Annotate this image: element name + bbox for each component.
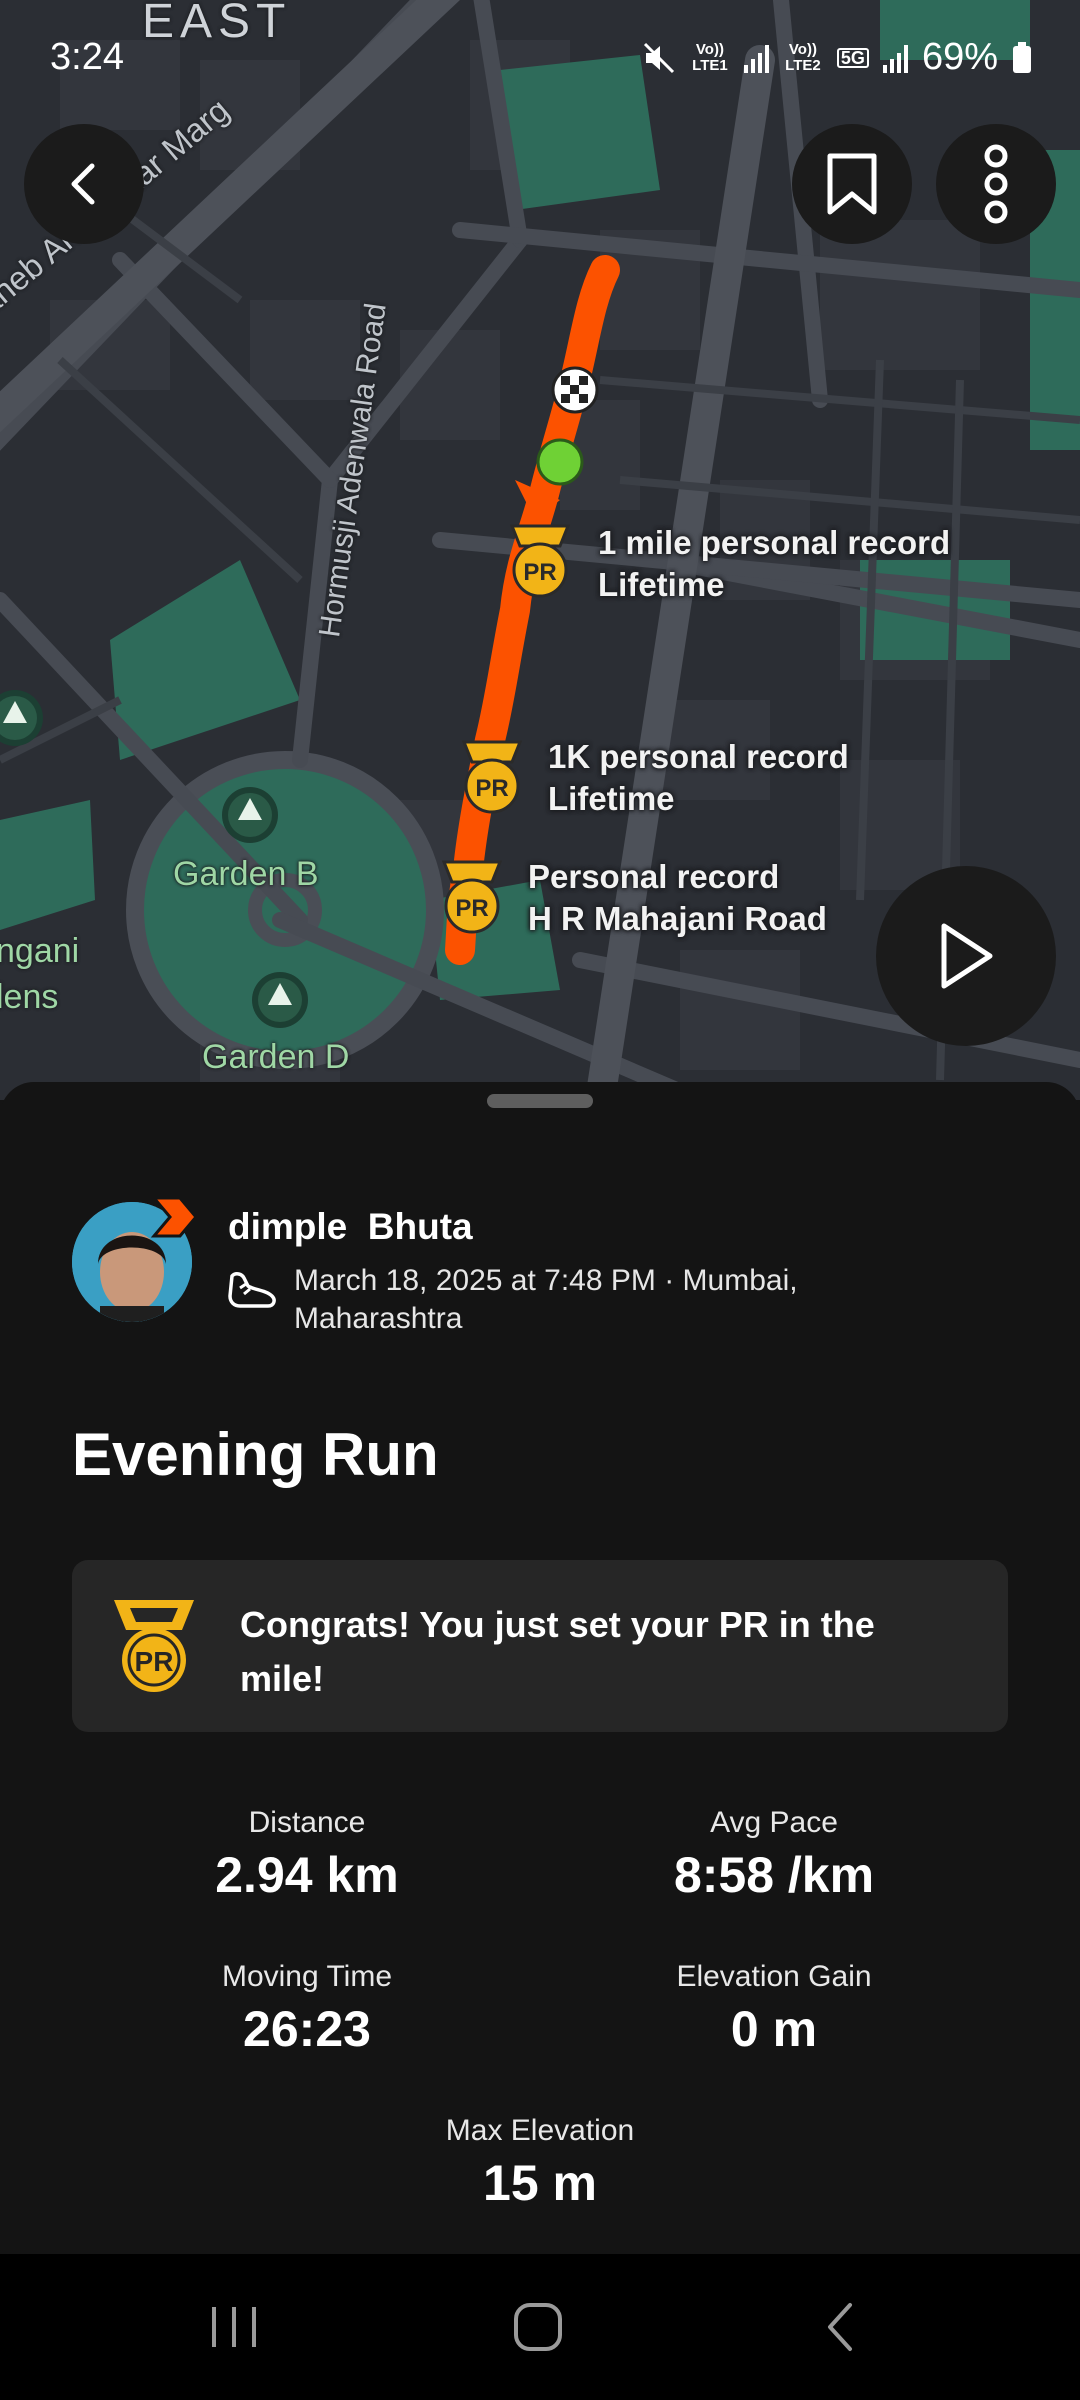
pr-marker-mile[interactable]: PR xyxy=(506,522,574,607)
pr-callout-segment: Personal record H R Mahajani Road xyxy=(528,856,827,940)
pr-callout-segment-title: Personal record xyxy=(528,858,780,895)
activity-date-location: March 18, 2025 at 7:48 PM · Mumbai, Maha… xyxy=(294,1264,798,1335)
pr-marker-1k[interactable]: PR xyxy=(458,738,526,823)
stat-moving-time: Moving Time 26:23 xyxy=(57,1960,557,2058)
stat-value: 26:23 xyxy=(243,2001,371,2057)
subscriber-badge-icon xyxy=(150,1196,198,1238)
pr-callout-mile-sub: Lifetime xyxy=(598,566,725,603)
map-label-lens: lens xyxy=(0,978,59,1016)
chevron-left-icon xyxy=(71,163,95,205)
stat-label: Elevation Gain xyxy=(676,1960,872,1993)
activity-details-sheet[interactable]: dimple Bhuta March 18, 2025 at 7:48 PM ·… xyxy=(0,1082,1080,2254)
pr-callout-1k-sub: Lifetime xyxy=(548,780,675,817)
pr-badge-label: PR xyxy=(475,775,508,802)
map-label-ngani: ngani xyxy=(0,932,80,970)
signal-icon xyxy=(743,43,769,73)
stat-distance: Distance 2.94 km xyxy=(57,1806,557,1904)
pr-callout-segment-sub: H R Mahajani Road xyxy=(528,900,827,937)
pr-badge-icon: PR xyxy=(509,524,571,598)
sheet-drag-handle[interactable] xyxy=(487,1094,593,1108)
bookmark-icon xyxy=(827,153,877,215)
more-options-button[interactable] xyxy=(936,124,1056,244)
stat-value: 2.94 km xyxy=(215,1847,399,1903)
pr-badge-icon: PR xyxy=(461,740,523,814)
map-label-garden-b: Garden B xyxy=(173,855,319,893)
activity-map[interactable]: EAST saheb Ambedkar Marg Hormusji Adenwa… xyxy=(0,0,1080,1100)
system-nav-bar xyxy=(0,2254,1080,2400)
mute-icon xyxy=(643,42,674,73)
network-label: 5G xyxy=(836,47,869,68)
pr-marker-segment[interactable]: PR xyxy=(438,858,506,943)
play-flyover-button[interactable] xyxy=(876,866,1056,1046)
recents-button[interactable] xyxy=(134,2254,334,2400)
pr-medal-label: PR xyxy=(135,1646,174,1677)
pr-congrats-text: Congrats! You just set your PR in the mi… xyxy=(240,1604,875,1699)
stat-label: Max Elevation xyxy=(445,2114,635,2147)
pr-badge-label: PR xyxy=(523,559,556,586)
stat-label: Moving Time xyxy=(221,1960,393,1993)
stat-label: Avg Pace xyxy=(710,1806,838,1839)
status-time: 3:24 xyxy=(50,36,124,78)
back-button[interactable] xyxy=(24,124,144,244)
pr-callout-mile-title: 1 mile personal record xyxy=(598,524,951,561)
home-button[interactable] xyxy=(438,2254,638,2400)
pr-callout-1k-title: 1K personal record xyxy=(548,738,849,775)
sim1-label: Vo)) LTE1 xyxy=(692,40,728,74)
stat-elevation-gain: Elevation Gain 0 m xyxy=(524,1960,1024,2058)
system-back-button[interactable] xyxy=(740,2254,940,2400)
run-shoe-icon xyxy=(228,1272,276,1308)
play-icon xyxy=(941,923,993,989)
stat-avg-pace: Avg Pace 8:58 /km xyxy=(524,1806,1024,1904)
map-label-garden-d: Garden D xyxy=(202,1038,350,1076)
more-vertical-icon xyxy=(984,144,1008,224)
athlete-name[interactable]: dimple Bhuta xyxy=(228,1206,473,1248)
sim2-label: Vo)) LTE2 xyxy=(785,40,821,74)
home-icon xyxy=(514,2303,562,2351)
battery-percent: 69% xyxy=(921,36,998,78)
activity-title: Evening Run xyxy=(72,1421,439,1488)
stat-value: 15 m xyxy=(483,2155,597,2211)
pr-callout-mile: 1 mile personal record Lifetime xyxy=(598,522,950,606)
stat-value: 8:58 /km xyxy=(673,1847,875,1903)
pr-medal-icon: PR xyxy=(114,1600,194,1692)
pr-badge-icon: PR xyxy=(441,860,503,934)
signal-icon xyxy=(882,43,908,73)
stat-label: Distance xyxy=(248,1806,366,1839)
stat-value: 0 m xyxy=(730,2001,818,2057)
status-icons: Vo)) LTE1 Vo)) LTE2 5G 69% xyxy=(642,36,1032,79)
status-bar: 3:24 Vo)) LTE1 Vo)) LTE2 5G 69% xyxy=(0,0,1080,120)
stat-max-elevation: Max Elevation 15 m xyxy=(290,2114,790,2212)
pr-badge-label: PR xyxy=(455,895,488,922)
pr-callout-1k: 1K personal record Lifetime xyxy=(548,736,849,820)
back-icon xyxy=(828,2303,852,2351)
battery-icon xyxy=(1013,41,1031,73)
recents-icon xyxy=(212,2307,256,2347)
pr-congrats-card[interactable]: PR Congrats! You just set your PR in the… xyxy=(72,1560,1008,1732)
save-route-button[interactable] xyxy=(792,124,912,244)
